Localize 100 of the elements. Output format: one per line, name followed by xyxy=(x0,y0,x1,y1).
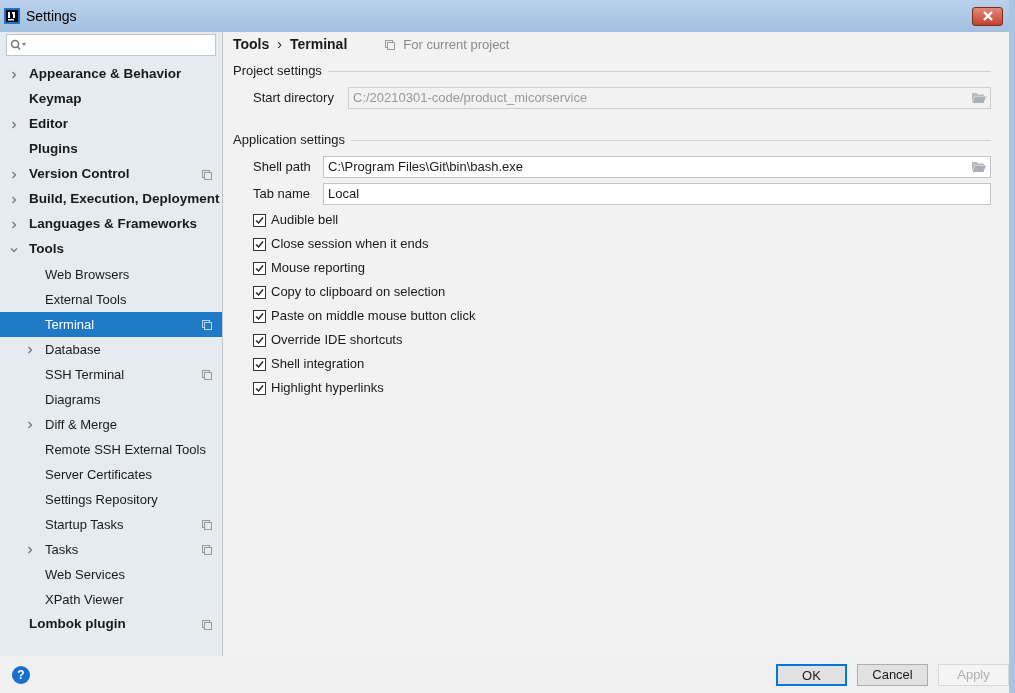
tree-item[interactable]: XPath Viewer xyxy=(0,587,222,612)
tree-item-label: Server Certificates xyxy=(45,465,153,484)
tree-item[interactable]: Remote SSH External Tools xyxy=(0,437,222,462)
project-icon xyxy=(202,169,212,180)
tree-item[interactable]: Keymap xyxy=(0,87,222,112)
help-button[interactable]: ? xyxy=(12,665,30,684)
tree-item-label: Languages & Frameworks xyxy=(29,215,199,234)
tree-item-label: SSH Terminal xyxy=(45,365,126,384)
checkbox[interactable] xyxy=(253,285,266,299)
close-button[interactable] xyxy=(972,6,1003,26)
tree-item[interactable]: Server Certificates xyxy=(0,462,222,487)
tree-item[interactable]: Build, Execution, Deployment xyxy=(0,187,222,212)
tree-item-label: Keymap xyxy=(29,90,83,109)
tree-item-label: Remote SSH External Tools xyxy=(45,440,207,459)
tree-item-label: Settings Repository xyxy=(45,490,159,509)
chevron-right-icon xyxy=(26,345,34,354)
tree-item-label: Editor xyxy=(29,115,69,134)
folder-icon xyxy=(972,91,986,103)
text-field[interactable]: C:\Program Files\Git\bin\bash.exe xyxy=(323,155,991,178)
tree-item[interactable]: Web Browsers xyxy=(0,262,222,287)
project-icon xyxy=(202,319,212,330)
checkbox[interactable] xyxy=(253,333,266,347)
checkbox[interactable] xyxy=(253,381,266,395)
project-icon xyxy=(202,369,212,380)
tree-item[interactable]: Tasks xyxy=(0,537,222,562)
checkbox[interactable] xyxy=(253,237,266,251)
tree-item[interactable]: External Tools xyxy=(0,287,222,312)
section-title: Project settings xyxy=(233,62,322,81)
checkbox[interactable] xyxy=(253,309,266,323)
checkbox-option[interactable]: Mouse reporting xyxy=(253,256,365,280)
tree-item-label: Web Services xyxy=(45,565,126,584)
chevron-right-icon xyxy=(10,70,18,79)
tree-item-label: Version Control xyxy=(29,165,131,184)
breadcrumb-item: Terminal xyxy=(289,35,348,54)
chevron-right-icon xyxy=(10,220,18,229)
checkbox[interactable] xyxy=(253,357,266,371)
chevron-right-icon xyxy=(10,120,18,129)
breadcrumb-item: Tools xyxy=(233,35,270,54)
checkbox-option[interactable]: Highlight hyperlinks xyxy=(253,376,384,400)
tree-item[interactable]: Appearance & Behavior xyxy=(0,62,222,87)
checkbox-option[interactable]: Shell integration xyxy=(253,352,365,376)
tree-item-label: Plugins xyxy=(29,140,79,159)
chevron-right-icon xyxy=(10,195,18,204)
tree-item-label: Terminal xyxy=(45,315,96,334)
chevron-right-icon xyxy=(10,170,18,179)
breadcrumb-separator: › xyxy=(277,35,282,54)
tree-item-label: Database xyxy=(45,340,102,359)
field-label: Tab name xyxy=(253,184,312,203)
checkbox-option[interactable]: Override IDE shortcuts xyxy=(253,328,403,352)
tree-item-label: Startup Tasks xyxy=(45,515,125,534)
tree-item[interactable]: Tools xyxy=(0,237,222,262)
tree-item-label: Tools xyxy=(29,240,65,259)
dialog-button[interactable]: Cancel xyxy=(857,663,928,686)
app-icon xyxy=(4,8,20,24)
field-label: Start directory xyxy=(253,88,335,107)
section-title: Application settings xyxy=(233,131,345,150)
tree-item-label: XPath Viewer xyxy=(45,590,125,609)
project-icon xyxy=(385,39,396,50)
tree-item-label: Web Browsers xyxy=(45,265,131,284)
tree-item[interactable]: Startup Tasks xyxy=(0,512,222,537)
checkbox-option[interactable]: Copy to clipboard on selection xyxy=(253,280,446,304)
checkbox-option[interactable]: Paste on middle mouse button click xyxy=(253,304,476,328)
close-icon xyxy=(981,11,994,21)
project-icon xyxy=(202,544,212,555)
project-icon xyxy=(202,519,212,530)
tree-item-label: Lombok plugin xyxy=(29,615,127,634)
tree-item[interactable]: Languages & Frameworks xyxy=(0,212,222,237)
tree-item[interactable]: Terminal xyxy=(0,312,222,337)
chevron-right-icon xyxy=(26,545,34,554)
project-icon xyxy=(202,619,212,630)
tree-item-label: Tasks xyxy=(45,540,80,559)
dialog-button[interactable]: OK xyxy=(776,663,847,686)
text-field[interactable]: Local xyxy=(323,182,991,205)
tree-item[interactable]: Editor xyxy=(0,112,222,137)
tree-item-label: Build, Execution, Deployment xyxy=(29,190,220,209)
tree-item-label: Appearance & Behavior xyxy=(29,65,183,84)
window-title: Settings xyxy=(26,6,77,26)
tree-item-label: External Tools xyxy=(45,290,128,309)
checkbox[interactable] xyxy=(253,261,266,275)
scope-note: For current project xyxy=(403,35,510,54)
tree-item[interactable]: Settings Repository xyxy=(0,487,222,512)
tree-item[interactable]: Version Control xyxy=(0,162,222,187)
tree-item-label: Diagrams xyxy=(45,390,102,409)
tree-item[interactable]: Diff & Merge xyxy=(0,412,222,437)
checkbox-option[interactable]: Audible bell xyxy=(253,208,339,232)
checkbox[interactable] xyxy=(253,213,266,227)
tree-item[interactable]: Lombok plugin xyxy=(0,612,222,637)
tree-item[interactable]: Diagrams xyxy=(0,387,222,412)
folder-icon xyxy=(972,160,986,172)
field-label: Shell path xyxy=(253,157,312,176)
search-field[interactable] xyxy=(6,34,216,56)
tree-item[interactable]: Database xyxy=(0,337,222,362)
search-icon xyxy=(10,39,28,51)
chevron-right-icon xyxy=(26,420,34,429)
chevron-down-icon xyxy=(10,245,18,254)
tree-item[interactable]: SSH Terminal xyxy=(0,362,222,387)
tree-item[interactable]: Web Services xyxy=(0,562,222,587)
checkbox-option[interactable]: Close session when it ends xyxy=(253,232,429,256)
tree-item-label: Diff & Merge xyxy=(45,415,118,434)
tree-item[interactable]: Plugins xyxy=(0,137,222,162)
